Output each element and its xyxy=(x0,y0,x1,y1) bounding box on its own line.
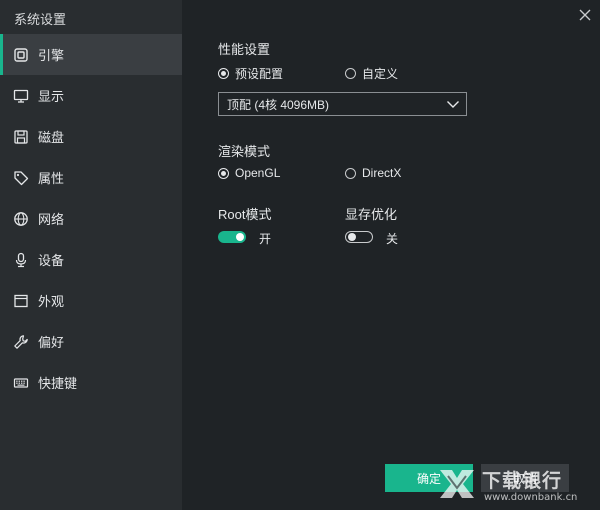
sidebar-item-label: 引擎 xyxy=(38,48,65,63)
root-mode-toggle[interactable] xyxy=(218,231,246,243)
close-button[interactable] xyxy=(576,6,594,24)
render-section-title: 渲染模式 xyxy=(218,144,271,159)
window-title: 系统设置 xyxy=(14,12,67,27)
sidebar-item-label: 快捷键 xyxy=(38,376,78,391)
window-icon xyxy=(13,293,29,309)
microphone-icon xyxy=(13,252,29,268)
radio-preset-config[interactable]: 预设配置 xyxy=(218,65,283,82)
radio-label: 预设配置 xyxy=(235,67,284,81)
radio-indicator xyxy=(345,167,356,179)
radio-indicator-checked xyxy=(218,167,229,179)
vram-optimization-toggle[interactable] xyxy=(345,231,373,243)
sidebar-item-label: 偏好 xyxy=(38,335,65,350)
radio-directx[interactable]: DirectX xyxy=(345,166,401,180)
sidebar-item-label: 显示 xyxy=(38,89,65,104)
tag-icon xyxy=(13,170,29,186)
sidebar-item-appearance[interactable]: 外观 xyxy=(0,280,182,321)
sidebar-item-shortcuts[interactable]: 快捷键 xyxy=(0,362,182,403)
sidebar-item-preferences[interactable]: 偏好 xyxy=(0,321,182,362)
cancel-button[interactable]: 取消 xyxy=(481,464,569,492)
sidebar-item-label: 属性 xyxy=(38,171,65,186)
wrench-icon xyxy=(13,334,29,350)
sidebar-item-label: 设备 xyxy=(38,253,65,268)
sidebar-item-label: 网络 xyxy=(38,212,65,227)
sidebar-item-devices[interactable]: 设备 xyxy=(0,239,182,280)
globe-icon xyxy=(13,211,29,227)
keyboard-icon xyxy=(13,375,29,391)
close-icon xyxy=(579,9,591,21)
settings-window: 系统设置 引擎 显示 磁盘 属性 网络 设备 外观 偏好 快捷键 性能设置 预设… xyxy=(0,0,600,510)
performance-section-title: 性能设置 xyxy=(218,42,271,57)
chevron-down-icon xyxy=(447,101,459,108)
radio-custom[interactable]: 自定义 xyxy=(345,65,398,82)
watermark-url: www.downbank.cn xyxy=(484,492,578,503)
radio-label: 自定义 xyxy=(362,67,399,81)
preset-select-value: 顶配 (4核 4096MB) xyxy=(227,97,330,112)
root-mode-title: Root模式 xyxy=(218,207,272,222)
sidebar: 系统设置 引擎 显示 磁盘 属性 网络 设备 外观 偏好 快捷键 xyxy=(0,0,182,510)
radio-label: DirectX xyxy=(362,166,402,180)
sidebar-item-label: 外观 xyxy=(38,294,65,309)
radio-opengl[interactable]: OpenGL xyxy=(218,166,280,180)
sidebar-nav: 引擎 显示 磁盘 属性 网络 设备 外观 偏好 快捷键 xyxy=(0,34,182,403)
sidebar-item-disk[interactable]: 磁盘 xyxy=(0,116,182,157)
vram-optimization-state: 关 xyxy=(386,232,399,246)
radio-indicator xyxy=(345,68,356,79)
sidebar-item-network[interactable]: 网络 xyxy=(0,198,182,239)
disk-icon xyxy=(13,129,29,145)
monitor-icon xyxy=(13,88,29,104)
preset-select[interactable]: 顶配 (4核 4096MB) xyxy=(218,92,467,116)
sidebar-item-engine[interactable]: 引擎 xyxy=(0,34,182,75)
root-mode-state: 开 xyxy=(259,232,272,246)
sidebar-item-label: 磁盘 xyxy=(38,130,65,145)
engine-icon xyxy=(13,47,29,63)
sidebar-item-properties[interactable]: 属性 xyxy=(0,157,182,198)
radio-label: OpenGL xyxy=(235,166,281,180)
confirm-button[interactable]: 确定 xyxy=(385,464,473,492)
radio-indicator-checked xyxy=(218,68,229,79)
sidebar-item-display[interactable]: 显示 xyxy=(0,75,182,116)
vram-optimization-title: 显存优化 xyxy=(345,207,398,222)
